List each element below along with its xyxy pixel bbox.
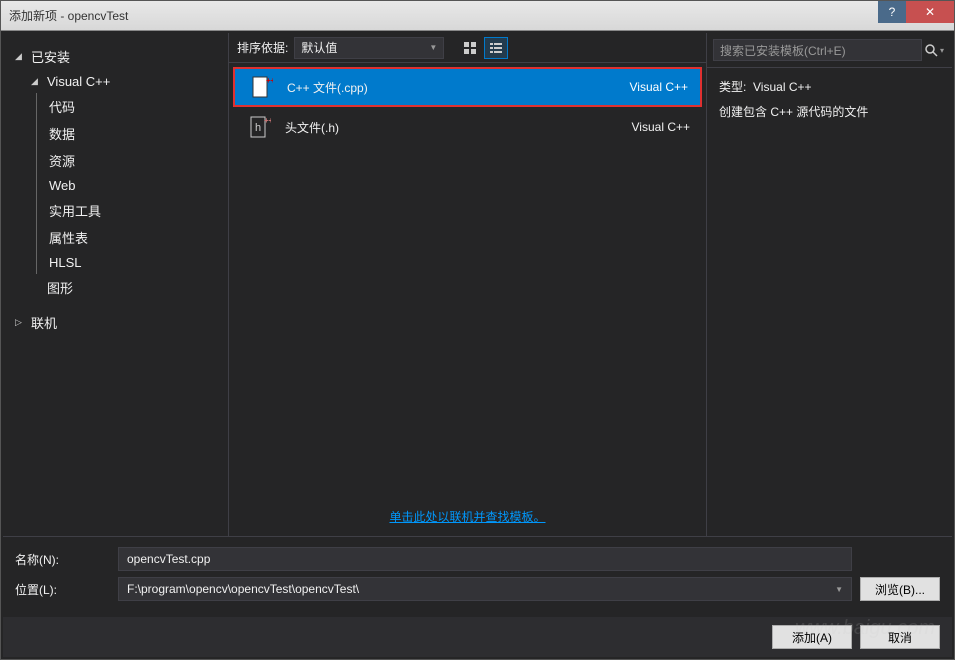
svg-text:++: ++ <box>266 76 273 85</box>
location-input[interactable]: F:\program\opencv\opencvTest\opencvTest\… <box>118 577 852 601</box>
location-label: 位置(L): <box>15 581 110 598</box>
close-button[interactable]: ✕ <box>906 1 954 23</box>
chevron-down-icon: ▼ <box>835 585 843 594</box>
sort-dropdown[interactable]: 默认值 ▼ <box>294 37 444 59</box>
sidebar-item-installed[interactable]: ◢ 已安装 <box>3 43 228 70</box>
name-row: 名称(N): opencvTest.cpp <box>15 547 940 571</box>
sidebar: ◢ 已安装 ◢ Visual C++ 代码 数据 资源 Web 实用工具 属性表 H… <box>3 33 228 536</box>
sidebar-item-online[interactable]: ▷ 联机 <box>3 309 228 336</box>
button-row: 添加(A) 取消 <box>3 617 952 657</box>
sidebar-item-label: 联机 <box>31 313 57 332</box>
sidebar-item-label: 实用工具 <box>49 201 101 220</box>
sidebar-item-label: Visual C++ <box>47 74 110 89</box>
sidebar-item-graphics[interactable]: 图形 <box>3 274 228 301</box>
template-lang: Visual C++ <box>630 80 688 94</box>
chevron-right-icon: ▷ <box>15 317 27 328</box>
help-button[interactable]: ? <box>878 1 906 23</box>
sidebar-item-resource[interactable]: 资源 <box>36 147 228 174</box>
template-lang: Visual C++ <box>632 120 690 134</box>
name-input[interactable]: opencvTest.cpp <box>118 547 852 571</box>
search-input[interactable]: 搜索已安装模板(Ctrl+E) <box>713 39 922 61</box>
content-area: ◢ 已安装 ◢ Visual C++ 代码 数据 资源 Web 实用工具 属性表 H… <box>1 31 954 659</box>
sidebar-item-label: 图形 <box>47 278 73 297</box>
sidebar-item-label: HLSL <box>49 255 82 270</box>
window-title: 添加新项 - opencvTest <box>9 7 128 24</box>
online-link-area: 单击此处以联机并查找模板。 <box>229 498 706 536</box>
sidebar-item-visualcpp[interactable]: ◢ Visual C++ <box>3 70 228 93</box>
dialog-window: 添加新项 - opencvTest ? ✕ ◢ 已安装 ◢ Visual C++ 代… <box>0 0 955 660</box>
sidebar-item-label: 已安装 <box>31 47 70 66</box>
right-panel: 搜索已安装模板(Ctrl+E) ▾ 类型: Visual C++ 创建包含 C+… <box>707 33 952 536</box>
cancel-button[interactable]: 取消 <box>860 625 940 649</box>
sort-label: 排序依据: <box>237 39 288 56</box>
search-icon <box>924 43 938 57</box>
center-panel: 排序依据: 默认值 ▼ <box>228 33 707 536</box>
cpp-file-icon: ++ <box>247 73 275 101</box>
template-name: C++ 文件(.cpp) <box>287 79 618 96</box>
chevron-down-icon: ▼ <box>429 43 437 52</box>
sidebar-item-label: 代码 <box>49 97 75 116</box>
grid-view-button[interactable] <box>458 37 482 59</box>
titlebar-buttons: ? ✕ <box>878 1 954 30</box>
search-row: 搜索已安装模板(Ctrl+E) ▾ <box>707 33 952 68</box>
toolbar: 排序依据: 默认值 ▼ <box>229 33 706 63</box>
grid-icon <box>463 41 477 55</box>
sidebar-item-web[interactable]: Web <box>36 174 228 197</box>
template-name: 头文件(.h) <box>285 119 620 136</box>
online-templates-link[interactable]: 单击此处以联机并查找模板。 <box>389 510 545 524</box>
sidebar-item-label: 数据 <box>49 124 75 143</box>
location-row: 位置(L): F:\program\opencv\opencvTest\open… <box>15 577 940 601</box>
name-label: 名称(N): <box>15 551 110 568</box>
chevron-down-icon: ◢ <box>15 51 27 62</box>
sidebar-item-hlsl[interactable]: HLSL <box>36 251 228 274</box>
svg-text:++: ++ <box>264 116 271 125</box>
type-value: Visual C++ <box>753 80 811 94</box>
sidebar-item-propsheet[interactable]: 属性表 <box>36 224 228 251</box>
type-label: 类型: <box>719 80 746 94</box>
list-icon <box>489 41 503 55</box>
description-row: 创建包含 C++ 源代码的文件 <box>719 103 940 120</box>
bottom-panel: 名称(N): opencvTest.cpp 位置(L): F:\program\… <box>3 536 952 617</box>
view-buttons <box>458 37 508 59</box>
main-area: ◢ 已安装 ◢ Visual C++ 代码 数据 资源 Web 实用工具 属性表 H… <box>3 33 952 536</box>
search-placeholder: 搜索已安装模板(Ctrl+E) <box>720 42 846 59</box>
browse-button[interactable]: 浏览(B)... <box>860 577 940 601</box>
svg-text:h: h <box>255 122 261 134</box>
template-item-header[interactable]: h++ 头文件(.h) Visual C++ <box>233 107 702 147</box>
list-view-button[interactable] <box>484 37 508 59</box>
sort-value: 默认值 <box>301 39 337 56</box>
chevron-down-icon: ▾ <box>940 46 944 55</box>
details-panel: 类型: Visual C++ 创建包含 C++ 源代码的文件 <box>707 68 952 138</box>
search-button[interactable]: ▾ <box>922 39 946 61</box>
sidebar-item-label: Web <box>49 178 76 193</box>
sidebar-item-code[interactable]: 代码 <box>36 93 228 120</box>
type-row: 类型: Visual C++ <box>719 78 940 95</box>
sidebar-item-label: 属性表 <box>49 228 88 247</box>
sidebar-item-utility[interactable]: 实用工具 <box>36 197 228 224</box>
header-file-icon: h++ <box>245 113 273 141</box>
sidebar-item-label: 资源 <box>49 151 75 170</box>
sidebar-item-data[interactable]: 数据 <box>36 120 228 147</box>
template-list: ++ C++ 文件(.cpp) Visual C++ h++ 头文件(.h) V… <box>229 63 706 498</box>
template-item-cpp[interactable]: ++ C++ 文件(.cpp) Visual C++ <box>233 67 702 107</box>
add-button[interactable]: 添加(A) <box>772 625 852 649</box>
chevron-down-icon: ◢ <box>31 76 43 87</box>
titlebar: 添加新项 - opencvTest ? ✕ <box>1 1 954 31</box>
